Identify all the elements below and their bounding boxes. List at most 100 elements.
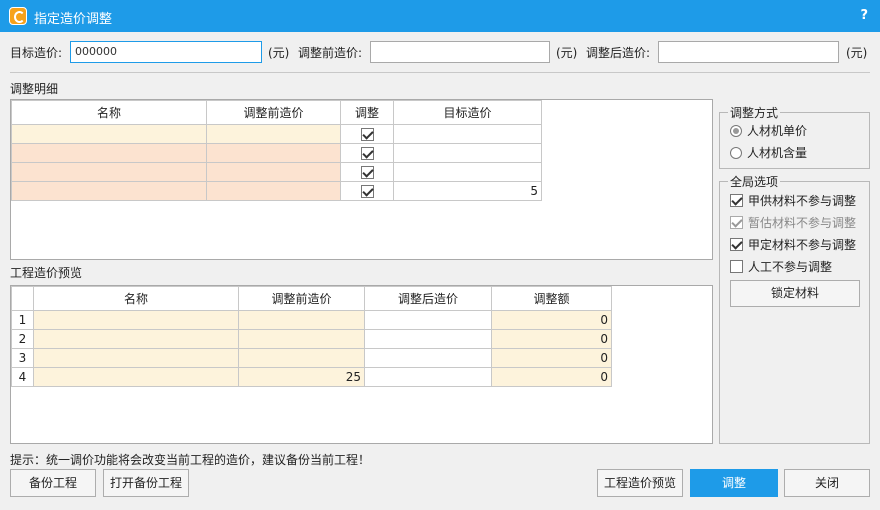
- after-cost-input[interactable]: [658, 41, 839, 63]
- table-row[interactable]: 2 0: [11, 329, 612, 349]
- table-row[interactable]: 3 0: [11, 348, 612, 368]
- target-cost-label: 目标造价:: [10, 46, 63, 60]
- checkbox-icon[interactable]: [730, 260, 743, 273]
- radio-unit-price[interactable]: 人材机单价: [730, 122, 807, 139]
- adjust-cell[interactable]: [340, 162, 394, 182]
- after-cell[interactable]: [364, 367, 492, 387]
- lock-material-button[interactable]: 锁定材料: [730, 280, 860, 307]
- before-cost-label: 调整前造价:: [298, 46, 363, 60]
- adjust-method-legend: 调整方式: [728, 104, 781, 121]
- before-cost-input[interactable]: [370, 41, 550, 63]
- before-cell[interactable]: [206, 143, 341, 163]
- name-cell[interactable]: [11, 143, 207, 163]
- option-jiagong[interactable]: 甲供材料不参与调整: [730, 192, 856, 209]
- close-button[interactable]: 关闭: [784, 469, 870, 497]
- before-cell[interactable]: [206, 181, 341, 201]
- window-title: 指定造价调整: [34, 12, 113, 27]
- table-row[interactable]: [11, 124, 542, 144]
- column-header: [11, 286, 34, 311]
- row-number: 2: [11, 329, 34, 349]
- radio-content[interactable]: 人材机含量: [730, 144, 807, 161]
- before-cell[interactable]: [206, 124, 341, 144]
- preview-table: 名称 调整前造价 调整后造价 调整额 1 0 2 0 3 0 4 25 0: [11, 286, 612, 387]
- column-header[interactable]: 调整前造价: [238, 286, 365, 311]
- table-row[interactable]: 5: [11, 181, 542, 201]
- table-row[interactable]: 4 25 0: [11, 367, 612, 387]
- detail-grid: 名称 调整前造价 调整 目标造价 5: [10, 99, 713, 260]
- column-header[interactable]: 调整前造价: [206, 100, 341, 125]
- option-label: 暂估材料不参与调整: [748, 216, 857, 230]
- column-header[interactable]: 名称: [11, 100, 207, 125]
- checkbox-icon[interactable]: [360, 185, 374, 198]
- row-number: 4: [11, 367, 34, 387]
- row-number: 3: [11, 348, 34, 368]
- before-unit-label: (元): [556, 46, 578, 60]
- target-cell[interactable]: [393, 143, 542, 163]
- option-label: 人工不参与调整: [748, 260, 833, 274]
- before-cell[interactable]: [238, 348, 365, 368]
- before-cell[interactable]: [238, 310, 365, 330]
- target-cell[interactable]: 5: [393, 181, 542, 201]
- checkbox-icon[interactable]: [360, 147, 374, 160]
- diff-cell[interactable]: 0: [491, 329, 612, 349]
- radio-label: 人材机单价: [747, 124, 808, 138]
- detail-table: 名称 调整前造价 调整 目标造价 5: [11, 100, 542, 201]
- option-zangu: 暂估材料不参与调整: [730, 214, 856, 231]
- radio-label: 人材机含量: [747, 146, 808, 160]
- name-cell[interactable]: [33, 329, 239, 349]
- hint-text: 提示：统一调价功能将会改变当前工程的造价，建议备份当前工程！: [10, 453, 371, 467]
- option-labor[interactable]: 人工不参与调整: [730, 258, 832, 275]
- adjust-cell[interactable]: [340, 124, 394, 144]
- column-header[interactable]: 调整后造价: [364, 286, 492, 311]
- after-cell[interactable]: [364, 348, 492, 368]
- option-jiading[interactable]: 甲定材料不参与调整: [730, 236, 856, 253]
- adjust-button[interactable]: 调整: [690, 469, 778, 497]
- radio-selected-icon[interactable]: [730, 124, 742, 137]
- target-cost-input[interactable]: 000000: [70, 41, 262, 63]
- adjust-method-group: 调整方式 人材机单价 人材机含量: [719, 104, 870, 169]
- radio-icon[interactable]: [730, 146, 742, 159]
- table-header-row: 名称 调整前造价 调整 目标造价: [11, 100, 542, 125]
- detail-section-label: 调整明细: [10, 82, 59, 96]
- after-cell[interactable]: [364, 310, 492, 330]
- checkbox-icon[interactable]: [730, 194, 743, 207]
- before-cell[interactable]: [238, 329, 365, 349]
- help-icon[interactable]: ?: [860, 8, 868, 23]
- column-header[interactable]: 调整: [340, 100, 394, 125]
- name-cell[interactable]: [11, 162, 207, 182]
- checkbox-icon[interactable]: [360, 166, 374, 179]
- name-cell[interactable]: [33, 367, 239, 387]
- divider: [10, 72, 870, 73]
- name-cell[interactable]: [11, 124, 207, 144]
- checkbox-icon[interactable]: [360, 128, 374, 141]
- checkbox-icon: [730, 216, 743, 229]
- app-logo-icon: [9, 7, 27, 25]
- before-cell[interactable]: [206, 162, 341, 182]
- column-header[interactable]: 调整额: [491, 286, 612, 311]
- open-backup-button[interactable]: 打开备份工程: [103, 469, 189, 497]
- diff-cell[interactable]: 0: [491, 348, 612, 368]
- preview-button[interactable]: 工程造价预览: [597, 469, 683, 497]
- column-header[interactable]: 目标造价: [393, 100, 542, 125]
- checkbox-icon[interactable]: [730, 238, 743, 251]
- target-unit-label: (元): [268, 46, 290, 60]
- after-cell[interactable]: [364, 329, 492, 349]
- adjust-cell[interactable]: [340, 181, 394, 201]
- table-header-row: 名称 调整前造价 调整后造价 调整额: [11, 286, 612, 311]
- before-cell[interactable]: 25: [238, 367, 365, 387]
- name-cell[interactable]: [11, 181, 207, 201]
- diff-cell[interactable]: 0: [491, 367, 612, 387]
- row-number: 1: [11, 310, 34, 330]
- target-cell[interactable]: [393, 124, 542, 144]
- table-row[interactable]: [11, 162, 542, 182]
- target-cell[interactable]: [393, 162, 542, 182]
- table-row[interactable]: 1 0: [11, 310, 612, 330]
- table-row[interactable]: [11, 143, 542, 163]
- name-cell[interactable]: [33, 310, 239, 330]
- name-cell[interactable]: [33, 348, 239, 368]
- adjust-cell[interactable]: [340, 143, 394, 163]
- preview-grid: 名称 调整前造价 调整后造价 调整额 1 0 2 0 3 0 4 25 0: [10, 285, 713, 444]
- backup-button[interactable]: 备份工程: [10, 469, 96, 497]
- column-header[interactable]: 名称: [33, 286, 239, 311]
- diff-cell[interactable]: 0: [491, 310, 612, 330]
